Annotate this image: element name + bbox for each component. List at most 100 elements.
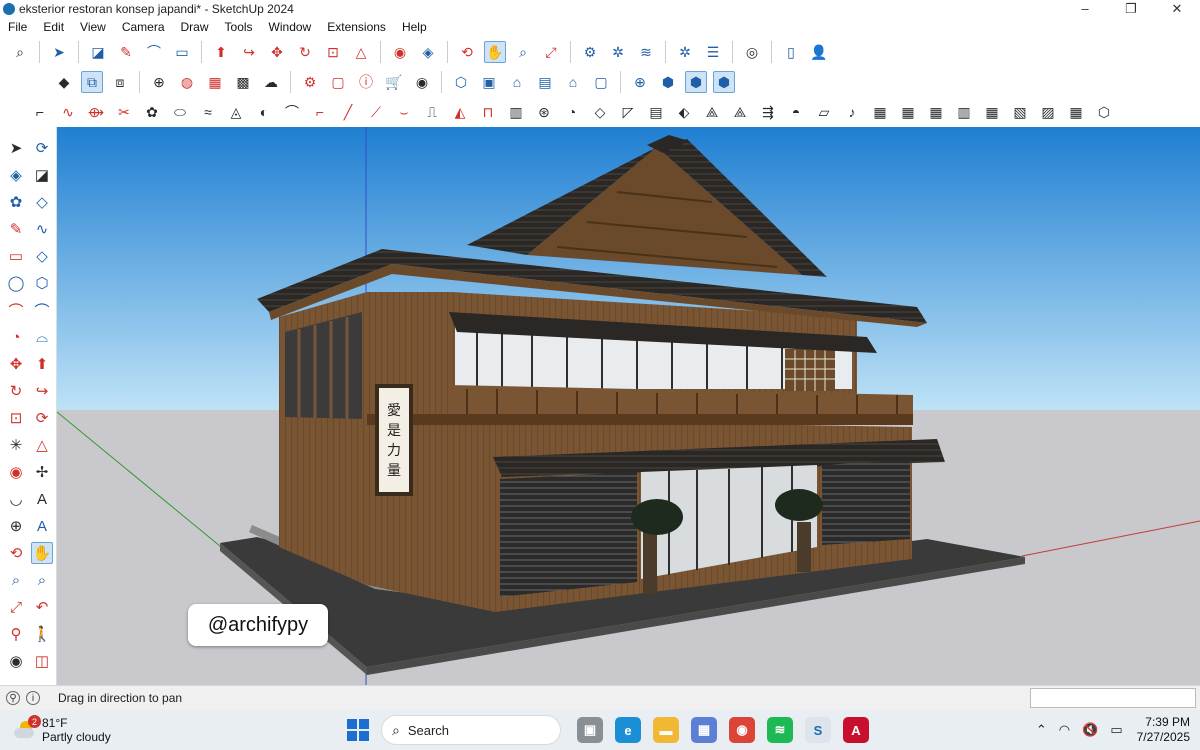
warehouse-icon[interactable]: ⚙ — [579, 41, 601, 63]
arc-tool-icon[interactable]: ⌒ — [5, 299, 27, 321]
text-icon[interactable]: A — [31, 488, 53, 510]
top-view-icon[interactable]: ▣ — [478, 71, 500, 93]
axes-icon[interactable]: ⊕ — [5, 515, 27, 537]
ext-tool-36-icon[interactable]: ▧ — [1009, 101, 1031, 123]
zoom-extents-icon[interactable]: ⤢ — [540, 41, 562, 63]
menu-file[interactable]: File — [0, 20, 35, 34]
ext-tool-15-icon[interactable]: ⎍ — [421, 101, 443, 123]
start-button[interactable] — [347, 719, 369, 741]
back-view-icon[interactable]: ⌂ — [562, 71, 584, 93]
zoom-extents-tool-icon[interactable]: ⤢ — [5, 596, 27, 618]
ext-tool-23-icon[interactable]: ▤ — [645, 101, 667, 123]
circle-icon[interactable]: ◯ — [5, 272, 27, 294]
info-status-icon[interactable]: i — [26, 691, 40, 705]
menu-camera[interactable]: Camera — [114, 20, 173, 34]
flip-icon[interactable]: ✳ — [5, 434, 27, 456]
chevron-up-icon[interactable]: ⌃ — [1036, 722, 1047, 738]
ext-tool-7-icon[interactable]: ≈ — [197, 101, 219, 123]
menu-help[interactable]: Help — [394, 20, 435, 34]
ext-tool-10-icon[interactable]: ⌒ — [281, 101, 303, 123]
chrome-icon[interactable]: ◉ — [729, 717, 755, 743]
geo-location-icon[interactable]: ⚲ — [6, 691, 20, 705]
restore-button[interactable]: ❐ — [1108, 1, 1154, 17]
rotate-tool-icon[interactable]: ↻ — [5, 380, 27, 402]
ext-tool-19-icon[interactable]: ⊛ — [533, 101, 555, 123]
rotated-rect-icon[interactable]: ◇ — [31, 245, 53, 267]
eraser-tool-icon[interactable]: ◪ — [31, 164, 53, 186]
arc-icon[interactable]: ⌒ — [143, 41, 165, 63]
cloud-icon[interactable]: ☁ — [260, 71, 282, 93]
ext-tool-25-icon[interactable]: ⟁ — [701, 101, 723, 123]
component-icon[interactable]: ◆ — [53, 71, 75, 93]
profile-icon[interactable]: ◉ — [411, 71, 433, 93]
store-icon[interactable]: ▦ — [691, 717, 717, 743]
ext-tool-38-icon[interactable]: ▦ — [1065, 101, 1087, 123]
eraser-icon[interactable]: ◪ — [87, 41, 109, 63]
volume-muted-icon[interactable]: 🔇 — [1082, 722, 1098, 738]
checker-icon[interactable]: ▩ — [232, 71, 254, 93]
offset-icon[interactable]: △ — [350, 41, 372, 63]
ext-tool-34-icon[interactable]: ▥ — [953, 101, 975, 123]
measurements-box[interactable] — [1030, 688, 1196, 708]
ext-tool-18-icon[interactable]: ▥ — [505, 101, 527, 123]
select-tool-icon[interactable]: ➤ — [48, 41, 70, 63]
message-icon[interactable]: ▢ — [327, 71, 349, 93]
rectangle-tool-icon[interactable]: ▭ — [5, 245, 27, 267]
ext-tool-30-icon[interactable]: ♪ — [841, 101, 863, 123]
ext-tool-13-icon[interactable]: ⟋ — [365, 101, 387, 123]
ext-tool-27-icon[interactable]: ⇶ — [757, 101, 779, 123]
move-icon[interactable]: ✥ — [266, 41, 288, 63]
file-explorer-icon[interactable]: ▬ — [653, 717, 679, 743]
left-view-icon[interactable]: ▢ — [590, 71, 612, 93]
explode-icon[interactable]: ⧈ — [109, 71, 131, 93]
ext-tool-11-icon[interactable]: ⌐ — [309, 101, 331, 123]
dimension-icon[interactable]: ✢ — [31, 461, 53, 483]
zoom-icon[interactable]: ⌕ — [512, 41, 534, 63]
position-camera-icon[interactable]: ⚲ — [5, 623, 27, 645]
followme-tool-icon[interactable]: ↪ — [31, 380, 53, 402]
ext-tool-33-icon[interactable]: ▦ — [925, 101, 947, 123]
polygon-icon[interactable]: ⬡ — [31, 272, 53, 294]
ext-tool-35-icon[interactable]: ▦ — [981, 101, 1003, 123]
scale-icon[interactable]: ⊡ — [322, 41, 344, 63]
wireframe-icon[interactable]: ⬢ — [657, 71, 679, 93]
select-icon[interactable]: ➤ — [5, 137, 27, 159]
ext-tool-39-icon[interactable]: ⬡ — [1093, 101, 1115, 123]
ext-tool-22-icon[interactable]: ◸ — [617, 101, 639, 123]
solid-icon[interactable]: △ — [31, 434, 53, 456]
pie-icon[interactable]: ◔ — [5, 326, 27, 348]
ext-tool-5-icon[interactable]: ✿ — [141, 101, 163, 123]
pencil-line-icon[interactable]: ✎ — [115, 41, 137, 63]
tape-measure-icon[interactable]: ◉ — [389, 41, 411, 63]
shaded-icon[interactable]: ⬢ — [685, 71, 707, 93]
front-view-icon[interactable]: ⌂ — [506, 71, 528, 93]
protractor-icon[interactable]: ◡ — [5, 488, 27, 510]
textured-icon[interactable]: ⬢ — [713, 71, 735, 93]
zoom-window-icon[interactable]: ⌕ — [31, 569, 53, 591]
zoom-tool-icon[interactable]: ⌕ — [5, 569, 27, 591]
cart-icon[interactable]: 🛒 — [383, 71, 405, 93]
move-tool-icon[interactable]: ✥ — [5, 353, 27, 375]
lasso-icon[interactable]: ⟳ — [31, 137, 53, 159]
tag-icon[interactable]: ✿ — [5, 191, 27, 213]
ext-tool-6-icon[interactable]: ⬭ — [169, 101, 191, 123]
ext-tool-17-icon[interactable]: ⊓ — [477, 101, 499, 123]
three-point-arc-icon[interactable]: ⌓ — [31, 326, 53, 348]
ext-tool-3-icon[interactable]: ⟴ — [85, 101, 107, 123]
shadow-icon[interactable]: ◍ — [176, 71, 198, 93]
autocad-icon[interactable]: A — [843, 717, 869, 743]
add-icon[interactable]: ⊕ — [148, 71, 170, 93]
offset-tool-icon[interactable]: ⟳ — [31, 407, 53, 429]
section-plane-icon[interactable]: ◫ — [31, 650, 53, 672]
ext-tool-28-icon[interactable]: ◓ — [785, 101, 807, 123]
minimize-button[interactable]: – — [1062, 1, 1108, 17]
ext-tool-32-icon[interactable]: ▦ — [897, 101, 919, 123]
user-icon[interactable]: 👤 — [808, 41, 830, 63]
pushpull-tool-icon[interactable]: ⬆ — [31, 353, 53, 375]
right-view-icon[interactable]: ▤ — [534, 71, 556, 93]
rectangle-icon[interactable]: ▭ — [171, 41, 193, 63]
ext-tool-31-icon[interactable]: ▦ — [869, 101, 891, 123]
ext-tool-9-icon[interactable]: ◐ — [253, 101, 275, 123]
task-view-icon[interactable]: ▣ — [577, 717, 603, 743]
paint-icon[interactable]: ◈ — [5, 164, 27, 186]
